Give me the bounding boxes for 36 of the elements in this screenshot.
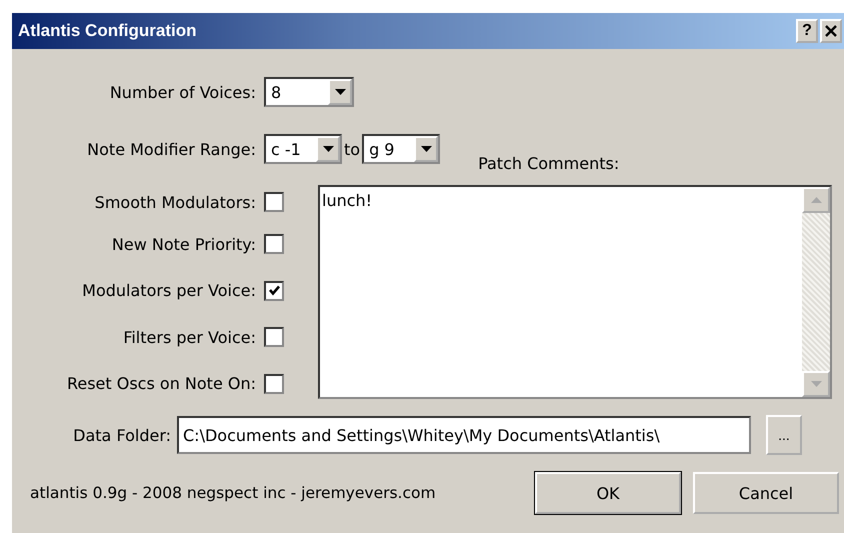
checkbox[interactable] — [264, 374, 284, 394]
range-from-dropdown[interactable]: c -1 — [264, 134, 342, 164]
voices-label: Number of Voices: — [108, 82, 257, 102]
option-label: Filters per Voice: — [122, 328, 257, 347]
option-label: New Note Priority: — [110, 234, 257, 254]
scroll-down-icon — [810, 381, 822, 387]
close-icon — [825, 25, 837, 37]
option-label: Smooth Modulators: — [94, 192, 257, 212]
comment-text: lunch! — [321, 190, 374, 212]
voices-dropdown[interactable]: 8 — [264, 77, 354, 107]
dropdown-arrow-icon — [334, 89, 346, 95]
to-label: to — [344, 140, 360, 158]
help-button[interactable]: ? — [796, 19, 818, 43]
scroll-up-icon — [810, 197, 822, 203]
checkbox[interactable] — [264, 234, 284, 254]
checkbox[interactable] — [264, 192, 284, 212]
option-label: Modulators per Voice: — [81, 281, 257, 300]
range-to-dropdown[interactable]: g 9 — [362, 134, 440, 164]
scrollbar[interactable] — [802, 187, 830, 397]
dropdown-arrow-icon — [420, 146, 432, 152]
credit-text: atlantis 0.9g - 2008 negspect inc - jeremyevers.com — [30, 484, 437, 502]
patch-comments-label: Patch Comments: — [478, 154, 620, 172]
data-folder-label: Data Folder: — [72, 426, 172, 444]
comments-field[interactable]: lunch! — [318, 185, 832, 399]
range-label: Note Modifier Range: — [86, 140, 257, 158]
option-label: Reset Oscs on Note On: — [66, 374, 257, 394]
browse-button[interactable]: ... — [766, 415, 802, 455]
window-title: Atlantis Configuration — [18, 21, 196, 41]
close-button[interactable] — [820, 19, 842, 43]
ok-button[interactable]: OK — [535, 472, 681, 514]
dropdown-arrow-icon — [322, 146, 334, 152]
checkbox[interactable] — [264, 327, 284, 348]
checkbox[interactable] — [264, 280, 284, 301]
data-folder-field[interactable]: C:\Documents and Settings\Whitey\My Documents\Atlantis\ — [177, 416, 751, 454]
checkmark-icon — [268, 284, 280, 298]
cancel-button[interactable]: Cancel — [693, 472, 839, 514]
